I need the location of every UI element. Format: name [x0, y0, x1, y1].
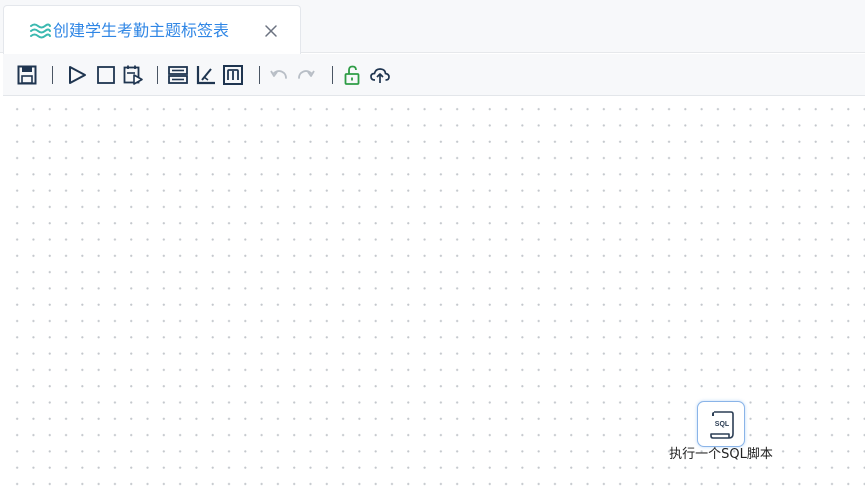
tab-title: 创建学生考勤主题标签表 [53, 21, 230, 40]
tab-bar: 创建学生考勤主题标签表 [0, 0, 865, 54]
unlock-icon[interactable] [341, 64, 363, 86]
toolbar [3, 54, 865, 96]
close-icon[interactable] [263, 23, 279, 39]
save-icon[interactable] [16, 64, 38, 86]
sql-icon-text: SQL [715, 421, 730, 428]
cloud-upload-icon[interactable] [369, 64, 391, 86]
toolbar-divider [52, 66, 53, 84]
toolbar-divider [332, 66, 333, 84]
properties-icon[interactable] [167, 64, 189, 86]
sql-script-node[interactable]: SQL [697, 401, 745, 447]
tab-active[interactable]: 创建学生考勤主题标签表 [3, 5, 301, 54]
stop-icon[interactable] [95, 64, 117, 86]
play-icon[interactable] [66, 64, 88, 86]
node-label: 执行一个SQL脚本 [669, 447, 773, 462]
waves-icon [29, 21, 51, 41]
variables-icon[interactable] [222, 64, 244, 86]
workflow-canvas[interactable]: SQL 执行一个SQL脚本 [3, 97, 865, 489]
toolbar-divider [157, 66, 158, 84]
redo-icon[interactable] [295, 64, 317, 86]
undo-icon[interactable] [268, 64, 290, 86]
workflow-editor: 创建学生考勤主题标签表 SQL 执行一个SQL脚本 [0, 0, 865, 489]
toolbar-divider [259, 66, 260, 84]
format-icon[interactable] [195, 64, 217, 86]
sql-script-icon: SQL [710, 411, 734, 439]
run-selected-icon[interactable] [122, 64, 144, 86]
